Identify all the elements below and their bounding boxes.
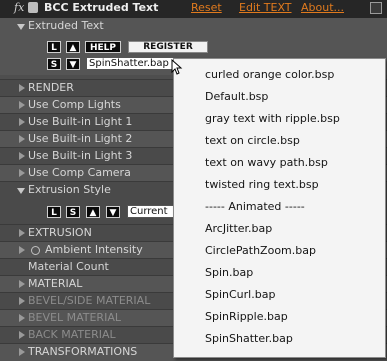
extruded-text-row[interactable]: Extruded Text (0, 18, 387, 35)
material-label: MATERIAL (28, 277, 83, 290)
register-button[interactable]: REGISTER (128, 41, 208, 53)
menu-item[interactable]: gray text with ripple.bsp (205, 112, 340, 125)
menu-separator-label: ----- Animated ----- (205, 200, 305, 213)
menu-item[interactable]: SpinCurl.bap (205, 288, 275, 301)
menu-item[interactable]: SpinShatter.bap (205, 332, 293, 345)
help-button[interactable]: HELP (85, 41, 121, 53)
window-square-icon[interactable] (370, 2, 382, 14)
collapsed-triangle-icon[interactable] (19, 152, 25, 160)
collapsed-triangle-icon[interactable] (19, 118, 25, 126)
expand-triangle-icon[interactable] (17, 24, 25, 30)
material-count-label: Material Count (28, 260, 109, 273)
built-in-light-2-label: Use Built-in Light 2 (28, 132, 133, 145)
collapsed-triangle-icon[interactable] (19, 135, 25, 143)
collapsed-triangle-icon[interactable] (19, 229, 25, 237)
bevel-material-label: BEVEL MATERIAL (28, 311, 121, 324)
menu-item[interactable]: Spin.bap (205, 266, 253, 279)
edit-text-link[interactable]: Edit TEXT (239, 1, 292, 14)
reset-link[interactable]: Reset (191, 1, 222, 14)
collapsed-triangle-icon[interactable] (19, 246, 25, 254)
menu-item[interactable]: SpinRipple.bap (205, 310, 288, 323)
collapsed-triangle-icon[interactable] (19, 84, 25, 92)
expand-triangle-icon[interactable] (17, 188, 25, 194)
style-load-button[interactable]: L (47, 206, 61, 218)
about-link[interactable]: About... (301, 1, 344, 14)
built-in-light-3-label: Use Built-in Light 3 (28, 149, 133, 162)
back-material-label: BACK MATERIAL (28, 328, 116, 341)
extruded-text-label: Extruded Text (28, 19, 104, 32)
menu-item[interactable]: CirclePathZoom.bap (205, 244, 316, 257)
menu-item[interactable]: twisted ring text.bsp (205, 178, 319, 191)
built-in-light-1-label: Use Built-in Light 1 (28, 115, 133, 128)
load-button[interactable]: L (47, 41, 61, 53)
fx-toggle[interactable]: fx (14, 1, 24, 14)
extrusion-style-select[interactable]: Current (127, 205, 177, 218)
collapsed-triangle-icon[interactable] (19, 169, 25, 177)
stopwatch-icon[interactable] (31, 246, 40, 255)
transformations-label: TRANSFORMATIONS (28, 345, 138, 358)
style-up-button[interactable]: ▲ (86, 206, 100, 218)
effect-enable-icon[interactable] (28, 2, 38, 13)
collapsed-triangle-icon[interactable] (19, 280, 25, 288)
use-comp-camera-label: Use Comp Camera (28, 166, 131, 179)
menu-item[interactable]: ArcJitter.bap (205, 222, 272, 235)
bevel-side-material-label: BEVEL/SIDE MATERIAL (28, 294, 151, 307)
collapsed-triangle-icon[interactable] (19, 348, 25, 356)
extrusion-label: EXTRUSION (28, 226, 92, 239)
use-comp-lights-label: Use Comp Lights (28, 98, 121, 111)
style-save-button[interactable]: S (66, 206, 80, 218)
effect-header: fx BCC Extruded Text Reset Edit TEXT Abo… (0, 0, 387, 18)
extrusion-style-label: Extrusion Style (28, 183, 111, 196)
menu-item[interactable]: text on wavy path.bsp (205, 156, 328, 169)
mouse-cursor-icon (171, 59, 183, 75)
preset-up-button[interactable]: ▲ (66, 41, 80, 53)
preset-dropdown-menu: curled orange color.bsp Default.bsp gray… (173, 58, 386, 358)
menu-item[interactable]: text on circle.bsp (205, 134, 300, 147)
preset-down-button[interactable]: ▼ (66, 58, 80, 70)
ambient-intensity-label: Ambient Intensity (45, 243, 143, 256)
menu-item[interactable]: Default.bsp (205, 90, 268, 103)
collapsed-triangle-icon[interactable] (19, 331, 25, 339)
collapsed-triangle-icon[interactable] (19, 101, 25, 109)
menu-item[interactable]: curled orange color.bsp (205, 68, 334, 81)
save-button[interactable]: S (47, 58, 61, 70)
collapsed-triangle-icon[interactable] (19, 314, 25, 322)
preset-select[interactable]: SpinShatter.bap (86, 57, 182, 70)
effect-title: BCC Extruded Text (44, 1, 159, 14)
render-label: RENDER (28, 81, 74, 94)
collapsed-triangle-icon[interactable] (19, 297, 25, 305)
style-down-button[interactable]: ▼ (106, 206, 120, 218)
